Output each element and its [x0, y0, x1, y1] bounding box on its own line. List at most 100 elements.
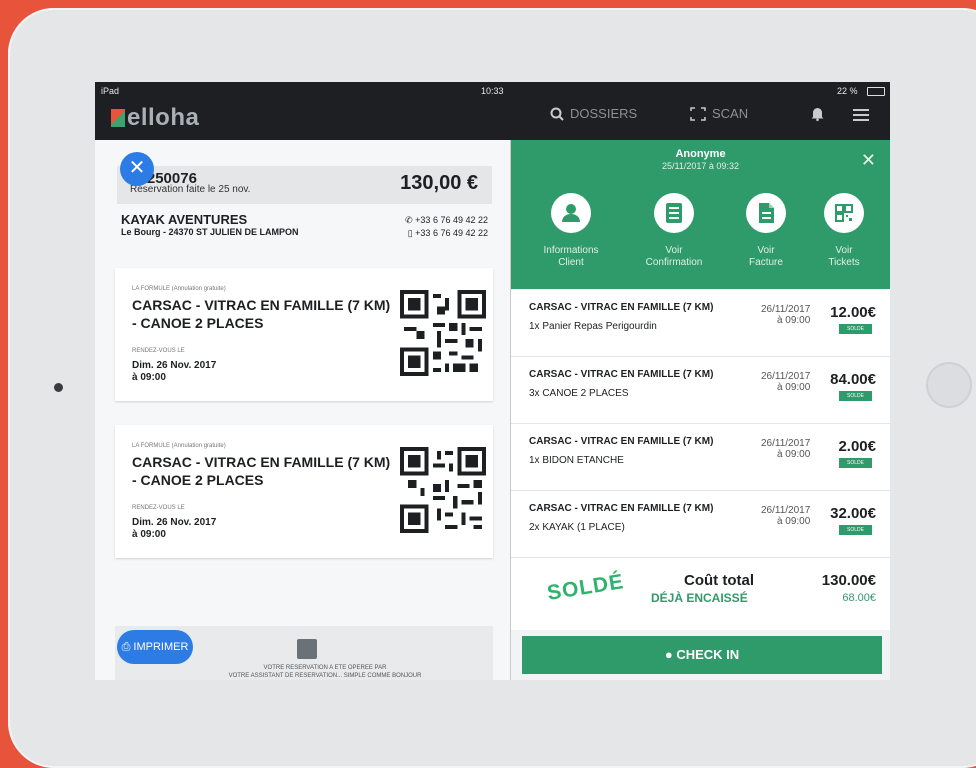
close-panel-icon[interactable]: ✕ — [861, 150, 876, 171]
mobile-number: +33 6 76 49 42 22 — [415, 228, 488, 238]
device-label: iPad — [101, 86, 120, 96]
order-date-day: 26/11/2017 — [761, 438, 811, 449]
order-item: 2x KAYAK (1 PLACE) — [529, 522, 625, 533]
client-date: 25/11/2017 à 09:32 — [662, 161, 739, 171]
nav-scan[interactable]: SCAN — [690, 106, 748, 121]
ticket-activity: CARSAC - VITRAC EN FAMILLE (7 KM) - CANO… — [132, 454, 391, 488]
search-icon — [550, 107, 564, 121]
nav-dossiers[interactable]: DOSSIERS — [550, 106, 637, 121]
ticket-date: Dim. 26 Nov. 2017 à 09:00 — [132, 517, 216, 541]
user-icon — [551, 193, 591, 233]
check-in-button[interactable]: ● CHECK IN — [522, 636, 882, 674]
status-badge: SOLDE — [839, 391, 872, 401]
check-icon: ● — [664, 647, 677, 662]
footer-line-2: VOTRE ASSISTANT DE RESERVATION... SIMPLE… — [228, 673, 422, 679]
order-amount: 2.00€ — [838, 438, 876, 455]
order-date-day: 26/11/2017 — [761, 304, 811, 315]
order-date-time: à 09:00 — [776, 516, 811, 527]
paid-amount: 68.00€ — [842, 592, 876, 604]
client-header: Anonyme 25/11/2017 à 09:32 ✕ Information… — [511, 140, 890, 289]
order-date: 26/11/2017 à 09:00 — [761, 304, 810, 326]
document-icon — [746, 193, 786, 233]
action-line-2: Tickets — [828, 257, 860, 268]
action-tickets[interactable]: Voir Tickets — [801, 193, 887, 269]
camera-icon — [54, 383, 63, 392]
client-name: Anonyme — [675, 148, 726, 160]
print-button[interactable]: ⎙ IMPRIMER — [117, 630, 193, 664]
ticket-date-time: à 09:00 — [132, 529, 166, 540]
order-item: 3x CANOE 2 PLACES — [529, 388, 629, 399]
battery-percent: 22 % — [837, 86, 858, 96]
close-icon: ✕ — [128, 157, 146, 179]
order-title: CARSAC - VITRAC EN FAMILLE (7 KM) — [529, 436, 714, 447]
reservation-date: Réservation faite le 25 nov. — [130, 184, 251, 195]
order-date-time: à 09:00 — [776, 315, 811, 326]
order-date-day: 26/11/2017 — [761, 371, 811, 382]
company-logo-icon — [297, 639, 317, 659]
ticket-formula: LA FORMULE (Annulation gratuite) — [132, 443, 226, 449]
logo-text: elloha — [127, 104, 200, 131]
action-line-1: Voir — [757, 245, 775, 256]
phone-number: +33 6 76 49 42 22 — [415, 215, 488, 225]
order-item: 1x BIDON ETANCHE — [529, 455, 624, 466]
ticket-date-day: Dim. 26 Nov. 2017 — [132, 517, 217, 528]
battery-icon — [867, 87, 885, 96]
menu-button[interactable] — [853, 106, 875, 121]
action-invoice[interactable]: Voir Facture — [723, 193, 809, 269]
ticket-activity: CARSAC - VITRAC EN FAMILLE (7 KM) - CANO… — [132, 297, 391, 331]
action-label: Informations Client — [528, 245, 614, 269]
order-title: CARSAC - VITRAC EN FAMILLE (7 KM) — [529, 302, 714, 313]
top-bar: iPad 10:33 22 % elloha DOSSIERS SCAN — [95, 82, 890, 140]
bell-icon — [811, 108, 824, 122]
order-amount: 12.00€ — [830, 304, 876, 321]
notification-bell[interactable] — [811, 106, 830, 122]
ticket-card: LA FORMULE (Annulation gratuite) CARSAC … — [115, 425, 493, 558]
action-label: Voir Tickets — [801, 245, 887, 269]
ticket-rdv-label: RENDEZ-VOUS LE — [132, 505, 185, 511]
paid-stamp: SOLDÉ — [545, 570, 626, 605]
home-button[interactable] — [926, 362, 972, 408]
action-confirmation[interactable]: Voir Confirmation — [631, 193, 717, 269]
close-button[interactable]: ✕ — [120, 152, 154, 186]
action-line-2: Facture — [749, 257, 783, 268]
action-line-1: Voir — [835, 245, 853, 256]
total-summary: SOLDÉ Coût total DÉJÀ ENCAISSÉ 130.00€ 6… — [511, 558, 890, 630]
order-date: 26/11/2017 à 09:00 — [761, 505, 810, 527]
company-name: KAYAK AVENTURES — [121, 212, 248, 227]
status-bar: iPad 10:33 22 % — [95, 82, 890, 100]
order-row[interactable]: CARSAC - VITRAC EN FAMILLE (7 KM) 2x KAY… — [511, 491, 890, 558]
paid-label: DÉJÀ ENCAISSÉ — [651, 591, 748, 605]
order-row[interactable]: CARSAC - VITRAC EN FAMILLE (7 KM) 1x BID… — [511, 424, 890, 491]
list-icon — [654, 193, 694, 233]
order-date: 26/11/2017 à 09:00 — [761, 438, 810, 460]
logo-mark-icon — [111, 109, 125, 127]
footer-line-1: VOTRE RESERVATION A ETE OPEREE PAR — [263, 665, 387, 671]
action-client-info[interactable]: Informations Client — [528, 193, 614, 269]
status-badge: SOLDE — [839, 525, 872, 535]
check-in-label: CHECK IN — [676, 647, 740, 662]
print-label: IMPRIMER — [133, 641, 189, 653]
order-row[interactable]: CARSAC - VITRAC EN FAMILLE (7 KM) 1x Pan… — [511, 290, 890, 357]
app-screen: iPad 10:33 22 % elloha DOSSIERS SCAN 112… — [95, 82, 890, 680]
phone-icon: ✆ — [405, 215, 416, 225]
action-label: Voir Facture — [723, 245, 809, 269]
qr-icon — [824, 193, 864, 233]
qr-code-icon — [400, 447, 486, 533]
action-label: Voir Confirmation — [631, 245, 717, 269]
order-item: 1x Panier Repas Perigourdin — [529, 321, 657, 332]
ticket-rdv-label: RENDEZ-VOUS LE — [132, 348, 185, 354]
qr-code-icon — [400, 290, 486, 376]
status-badge: SOLDE — [839, 458, 872, 468]
order-amount: 32.00€ — [830, 505, 876, 522]
app-logo[interactable]: elloha — [111, 104, 199, 132]
total-label: Coût total — [684, 572, 754, 589]
ticket-formula: LA FORMULE (Annulation gratuite) — [132, 286, 226, 292]
order-row[interactable]: CARSAC - VITRAC EN FAMILLE (7 KM) 3x CAN… — [511, 357, 890, 424]
total-amount: 130.00€ — [821, 572, 876, 589]
ticket-card: LA FORMULE (Annulation gratuite) CARSAC … — [115, 268, 493, 401]
printer-icon: ⎙ — [121, 641, 134, 653]
action-line-1: Voir — [665, 245, 683, 256]
ticket-date-time: à 09:00 — [132, 372, 166, 383]
footer-text: VOTRE RESERVATION A ETE OPEREE PAR VOTRE … — [195, 664, 455, 680]
order-date-day: 26/11/2017 — [761, 505, 811, 516]
